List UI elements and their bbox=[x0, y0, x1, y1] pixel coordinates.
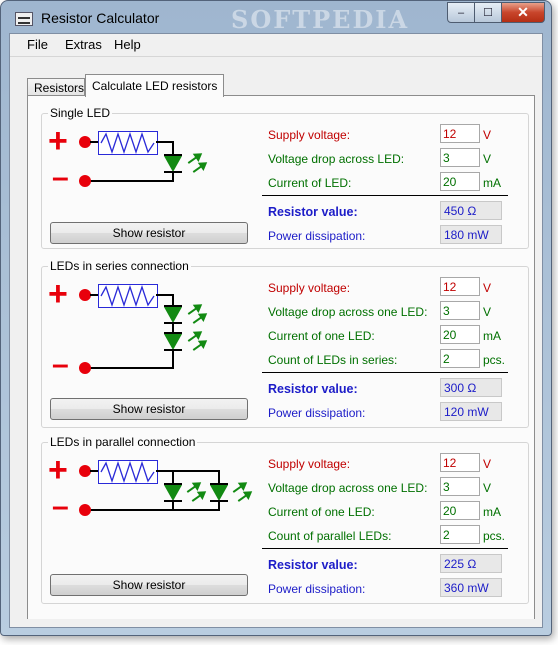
show-resistor-button-parallel[interactable]: Show resistor bbox=[50, 574, 248, 596]
separator bbox=[262, 372, 508, 373]
label-power-dissipation: Power dissipation: bbox=[268, 582, 366, 596]
wire bbox=[172, 141, 174, 155]
power-dissipation-output: 180 mW bbox=[440, 225, 502, 244]
resistor-icon bbox=[98, 460, 158, 484]
group-title-single-led: Single LED bbox=[48, 106, 113, 120]
label-supply-voltage: Supply voltage: bbox=[268, 457, 351, 471]
group-title-parallel: LEDs in parallel connection bbox=[48, 435, 198, 449]
voltage-drop-input[interactable]: 3 bbox=[440, 148, 480, 167]
led-count-input[interactable]: 2 bbox=[440, 525, 480, 544]
voltage-drop-input[interactable]: 3 bbox=[440, 301, 480, 320]
app-icon bbox=[15, 12, 33, 26]
menu-bar: File Extras Help bbox=[10, 34, 542, 57]
led-icon bbox=[164, 485, 182, 501]
unit-v: V bbox=[483, 457, 492, 471]
maximize-button[interactable]: ☐ bbox=[475, 2, 502, 23]
caption-buttons: – ☐ ✕ bbox=[447, 2, 545, 23]
wire bbox=[156, 141, 173, 143]
status-bar bbox=[10, 619, 542, 627]
group-title-series: LEDs in series connection bbox=[48, 259, 191, 273]
minus-terminal-icon: – bbox=[52, 161, 69, 194]
current-input[interactable]: 20 bbox=[440, 172, 480, 191]
unit-v: V bbox=[483, 481, 492, 495]
voltage-drop-input[interactable]: 3 bbox=[440, 477, 480, 496]
current-input[interactable]: 20 bbox=[440, 501, 480, 520]
plus-terminal-icon: + bbox=[48, 275, 68, 313]
supply-voltage-input[interactable]: 12 bbox=[440, 453, 480, 472]
minimize-button[interactable]: – bbox=[447, 2, 475, 23]
plus-terminal-icon: + bbox=[48, 122, 68, 160]
unit-v: V bbox=[483, 128, 492, 142]
label-power-dissipation: Power dissipation: bbox=[268, 406, 366, 420]
led-calculator-panel: Single LED + – Show resistor Supply volt… bbox=[27, 95, 535, 620]
group-series-leds: LEDs in series connection + – Show resis… bbox=[41, 259, 529, 428]
separator bbox=[262, 548, 508, 549]
label-resistor-value: Resistor value: bbox=[268, 382, 358, 396]
label-resistor-value: Resistor value: bbox=[268, 558, 358, 572]
label-current: Current of one LED: bbox=[268, 329, 375, 343]
power-dissipation-output: 360 mW bbox=[440, 578, 502, 597]
resistor-icon bbox=[98, 284, 158, 308]
label-voltage-drop: Voltage drop across LED: bbox=[268, 152, 405, 166]
wire bbox=[90, 141, 98, 143]
unit-v: V bbox=[483, 305, 492, 319]
unit-pcs: pcs. bbox=[483, 353, 506, 367]
separator bbox=[262, 195, 508, 196]
unit-ma: mA bbox=[483, 329, 501, 343]
label-voltage-drop: Voltage drop across one LED: bbox=[268, 305, 428, 319]
group-single-led: Single LED + – Show resistor Supply volt… bbox=[41, 106, 529, 249]
minus-terminal-icon: – bbox=[52, 490, 69, 523]
tab-calculate-led-resistors[interactable]: Calculate LED resistors bbox=[85, 74, 225, 97]
terminal-dot-icon bbox=[79, 175, 91, 187]
resistor-value-output: 300 Ω bbox=[440, 378, 502, 397]
unit-ma: mA bbox=[483, 176, 501, 190]
label-supply-voltage: Supply voltage: bbox=[268, 128, 351, 142]
supply-voltage-input[interactable]: 12 bbox=[440, 124, 480, 143]
group-parallel-leds: LEDs in parallel connection + – Show res… bbox=[41, 435, 529, 604]
unit-v: V bbox=[483, 152, 492, 166]
show-resistor-button-single[interactable]: Show resistor bbox=[50, 222, 248, 244]
watermark: SOFTPEDIA bbox=[231, 5, 410, 34]
terminal-dot-icon bbox=[79, 504, 91, 516]
title-bar[interactable]: Resistor Calculator SOFTPEDIA – ☐ ✕ bbox=[1, 1, 551, 34]
supply-voltage-input[interactable]: 12 bbox=[440, 277, 480, 296]
wire bbox=[172, 172, 174, 180]
label-led-count: Count of parallel LEDs: bbox=[268, 529, 392, 543]
led-count-input[interactable]: 2 bbox=[440, 349, 480, 368]
window-title: Resistor Calculator bbox=[41, 10, 160, 26]
show-resistor-button-series[interactable]: Show resistor bbox=[50, 398, 248, 420]
label-voltage-drop: Voltage drop across one LED: bbox=[268, 481, 428, 495]
led-icon bbox=[164, 334, 182, 350]
label-supply-voltage: Supply voltage: bbox=[268, 281, 351, 295]
close-button[interactable]: ✕ bbox=[502, 2, 545, 23]
label-current: Current of LED: bbox=[268, 176, 352, 190]
menu-extras[interactable]: Extras bbox=[65, 37, 102, 52]
resistor-value-output: 225 Ω bbox=[440, 554, 502, 573]
label-led-count: Count of LEDs in series: bbox=[268, 353, 398, 367]
plus-terminal-icon: + bbox=[48, 451, 68, 489]
menu-help[interactable]: Help bbox=[114, 37, 141, 52]
led-icon bbox=[210, 485, 228, 501]
current-input[interactable]: 20 bbox=[440, 325, 480, 344]
app-window: Resistor Calculator SOFTPEDIA – ☐ ✕ File… bbox=[0, 0, 552, 636]
unit-pcs: pcs. bbox=[483, 529, 506, 543]
unit-ma: mA bbox=[483, 505, 501, 519]
label-current: Current of one LED: bbox=[268, 505, 375, 519]
resistor-value-output: 450 Ω bbox=[440, 201, 502, 220]
menu-file[interactable]: File bbox=[27, 37, 48, 52]
label-resistor-value: Resistor value: bbox=[268, 205, 358, 219]
terminal-dot-icon bbox=[79, 362, 91, 374]
unit-v: V bbox=[483, 281, 492, 295]
power-dissipation-output: 120 mW bbox=[440, 402, 502, 421]
wire bbox=[90, 180, 174, 182]
label-power-dissipation: Power dissipation: bbox=[268, 229, 366, 243]
led-icon bbox=[164, 307, 182, 323]
led-icon bbox=[164, 156, 182, 172]
client-area: File Extras Help Resistors Calculate LED… bbox=[9, 33, 543, 628]
resistor-icon bbox=[98, 131, 158, 155]
minus-terminal-icon: – bbox=[52, 348, 69, 381]
